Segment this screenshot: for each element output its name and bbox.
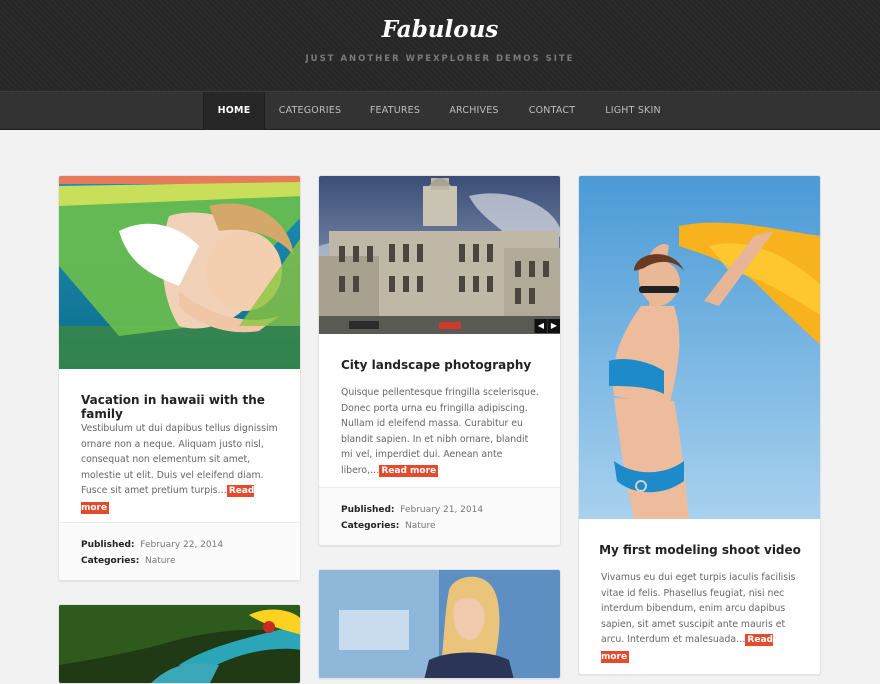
- post-thumbnail-bird[interactable]: [59, 605, 300, 683]
- site-header: Fabulous JUST ANOTHER WPEXPLORER DEMOS S…: [0, 0, 880, 91]
- slider-prev-icon[interactable]: ◀: [534, 319, 547, 333]
- slider-controls: ◀ ▶: [534, 319, 560, 333]
- post-title[interactable]: My first modeling shoot video: [589, 543, 811, 557]
- post-excerpt-text: Quisque pellentesque fringilla scelerisq…: [341, 387, 539, 476]
- post-card: Vacation in hawaii with the family Vesti…: [58, 175, 301, 581]
- read-more-link[interactable]: Read more: [379, 464, 439, 477]
- post-meta: Published: February 21, 2014 Categories:…: [319, 487, 560, 545]
- post-published: Published: February 22, 2014: [81, 537, 280, 553]
- published-label: Published:: [341, 505, 395, 515]
- post-excerpt: Quisque pellentesque fringilla scelerisq…: [341, 385, 541, 479]
- post-card: [58, 604, 301, 684]
- categories-label: Categories:: [81, 556, 140, 566]
- post-excerpt: Vestibulum ut dui dapibus tellus digniss…: [81, 421, 281, 516]
- nav-item-categories[interactable]: CATEGORIES: [271, 92, 349, 130]
- post-excerpt: Vivamus eu dui eget turpis iaculis facil…: [601, 570, 801, 665]
- nav-item-light-skin[interactable]: LIGHT SKIN: [600, 92, 666, 130]
- published-label: Published:: [81, 540, 135, 550]
- categories-label: Categories:: [341, 521, 400, 531]
- main-nav: HOME CATEGORIES FEATURES ARCHIVES CONTAC…: [0, 91, 880, 130]
- post-meta: Published: February 22, 2014 Categories:…: [59, 522, 300, 580]
- category-link[interactable]: Nature: [405, 521, 436, 531]
- nav-item-features[interactable]: FEATURES: [362, 92, 428, 130]
- post-title[interactable]: Vacation in hawaii with the family: [81, 393, 281, 421]
- post-card: [318, 569, 561, 679]
- post-categories: Categories: Nature: [341, 518, 540, 534]
- post-categories: Categories: Nature: [81, 553, 280, 569]
- site-tagline: JUST ANOTHER WPEXPLORER DEMOS SITE: [305, 54, 575, 64]
- published-date: February 22, 2014: [140, 540, 224, 550]
- post-card: My first modeling shoot video Vivamus eu…: [578, 175, 821, 675]
- category-link[interactable]: Nature: [145, 556, 176, 566]
- post-thumbnail-portrait[interactable]: [319, 570, 560, 678]
- nav-item-contact[interactable]: CONTACT: [522, 92, 582, 130]
- post-thumbnail-city[interactable]: ◀ ▶: [319, 176, 560, 334]
- slider-next-icon[interactable]: ▶: [547, 319, 560, 333]
- nav-item-home[interactable]: HOME: [203, 92, 265, 130]
- site-logo[interactable]: Fabulous: [0, 16, 880, 43]
- post-published: Published: February 21, 2014: [341, 502, 540, 518]
- post-thumbnail-model[interactable]: [579, 176, 820, 519]
- published-date: February 21, 2014: [400, 505, 484, 515]
- nav-item-archives[interactable]: ARCHIVES: [442, 92, 506, 130]
- post-card: ◀ ▶ City landscape photography Quisque p…: [318, 175, 561, 546]
- post-thumbnail-hammock[interactable]: [59, 176, 300, 369]
- post-title[interactable]: City landscape photography: [341, 358, 541, 372]
